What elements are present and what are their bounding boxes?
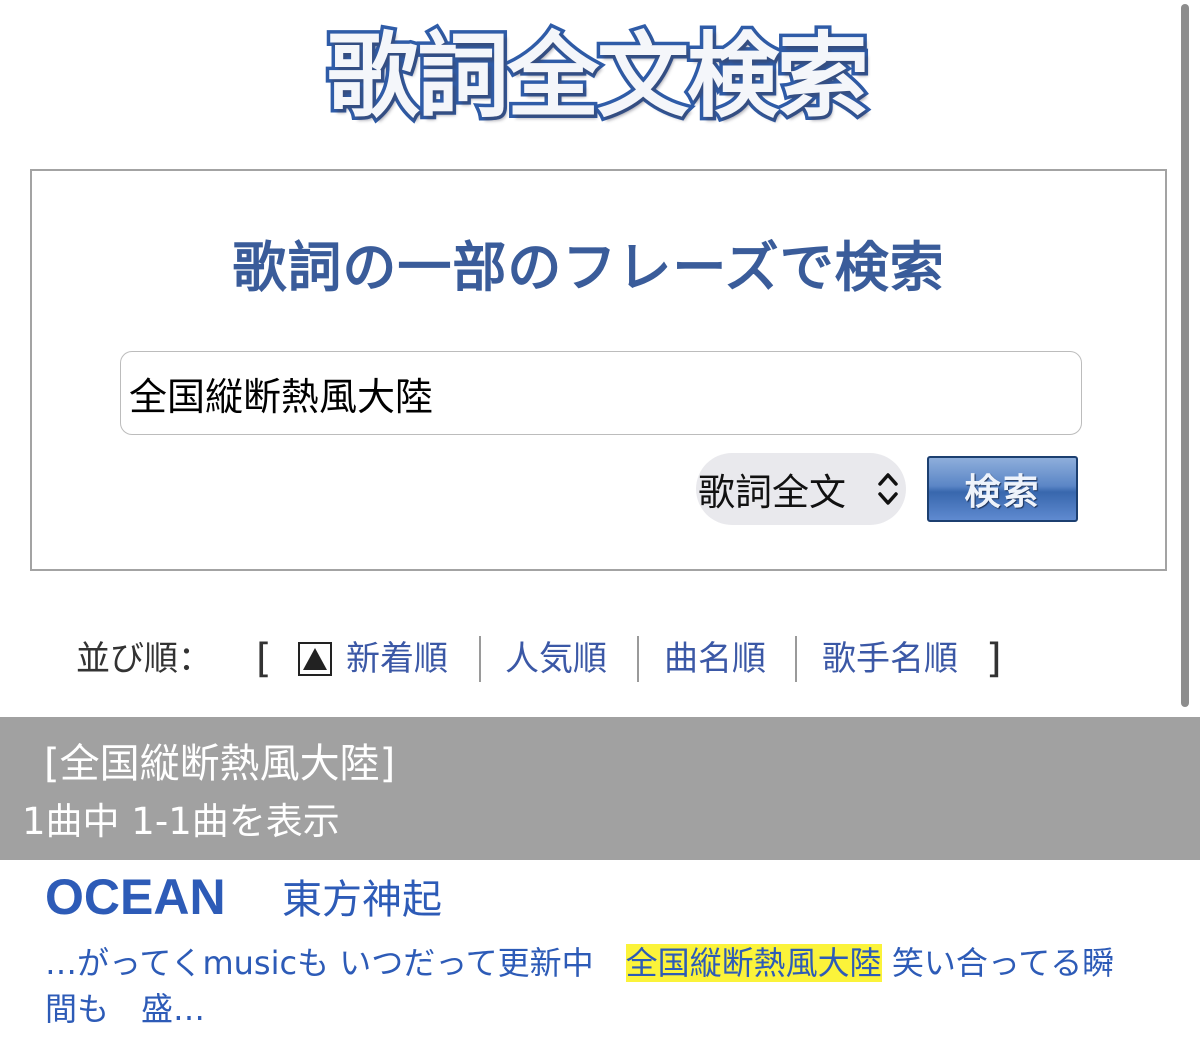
search-heading: 歌詞の一部のフレーズで検索 <box>232 236 945 299</box>
logo-link[interactable]: 歌詞全文検索 <box>0 12 1200 142</box>
sort-bar: 並び順： [ 新着順 人気順 曲名順 歌手名順 ] <box>76 632 1076 686</box>
site-logo: 歌詞全文検索 <box>323 23 872 130</box>
snippet-before: …がってくmusicも いつだって更新中 <box>45 944 626 982</box>
result-count: 1曲中 1-1曲を表示 <box>22 800 340 843</box>
result-artist-link[interactable]: 東方神起 <box>282 872 442 928</box>
search-panel: 歌詞の一部のフレーズで検索 歌詞全文 検索 <box>30 169 1167 571</box>
scope-select[interactable]: 歌詞全文 <box>696 453 906 525</box>
sort-separator <box>637 636 639 682</box>
results-header: [全国縦断熱風大陸] 1曲中 1-1曲を表示 <box>0 717 1200 860</box>
snippet-highlight: 全国縦断熱風大陸 <box>625 944 882 982</box>
sort-title-link[interactable]: 曲名順 <box>664 632 766 686</box>
scrollbar[interactable] <box>1181 4 1189 707</box>
sort-direction-icon[interactable] <box>298 642 332 676</box>
query-echo: [全国縦断熱風大陸] <box>44 741 396 787</box>
scope-select-label: 歌詞全文 <box>698 471 846 514</box>
sort-separator <box>479 636 481 682</box>
sort-close-bracket: ] <box>986 636 1002 682</box>
sort-separator <box>795 636 797 682</box>
chevron-updown-icon <box>878 473 898 505</box>
result-title-link[interactable]: OCEAN <box>45 866 226 928</box>
sort-artist-link[interactable]: 歌手名順 <box>822 632 958 686</box>
sort-newest-link[interactable]: 新着順 <box>346 632 448 686</box>
sort-popular-link[interactable]: 人気順 <box>505 632 607 686</box>
page: 歌詞全文検索 歌詞の一部のフレーズで検索 歌詞全文 検索 並び順： [ 新着順 … <box>0 0 1200 1042</box>
sort-open-bracket: [ <box>256 636 272 682</box>
sort-label: 並び順： <box>76 639 212 679</box>
search-button[interactable]: 検索 <box>927 456 1078 522</box>
result-snippet: …がってくmusicも いつだって更新中 全国縦断熱風大陸 笑い合ってる瞬間も … <box>45 940 1145 1032</box>
search-input[interactable] <box>120 351 1082 435</box>
